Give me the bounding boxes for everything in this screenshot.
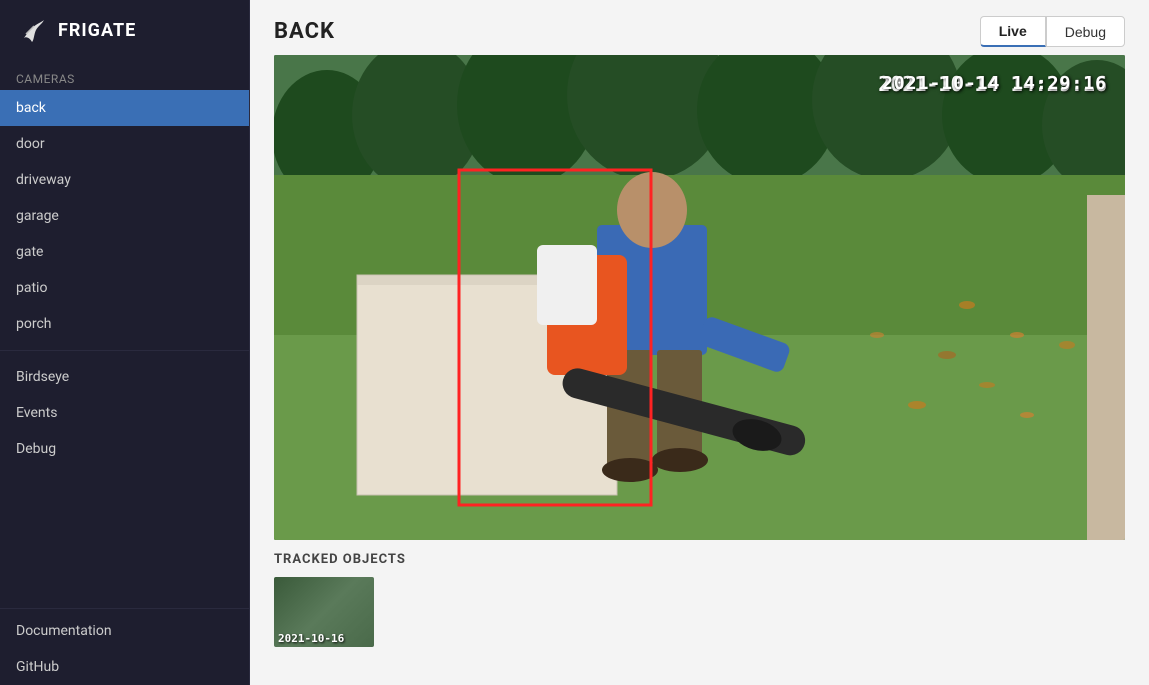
camera-feed: 2021-10-14 14:29:16 2021-10-14 14:29:16 (274, 55, 1125, 540)
camera-scene: 2021-10-14 14:29:16 (274, 55, 1125, 540)
tab-live[interactable]: Live (980, 16, 1046, 47)
main-content: BACK Live Debug (250, 0, 1149, 685)
tracked-objects-title: TRACKED OBJECTS (274, 552, 1125, 567)
tab-bar: Live Debug (980, 16, 1125, 47)
app-title: FRIGATE (58, 20, 136, 41)
thumbnail-date-label: 2021-10-16 (278, 632, 344, 645)
timestamp-overlay: 2021-10-14 14:29:16 (882, 73, 1107, 94)
page-title: BACK (274, 19, 335, 44)
sidebar-item-events[interactable]: Events (0, 395, 249, 431)
sidebar-item-gate[interactable]: gate (0, 234, 249, 270)
main-header: BACK Live Debug (250, 0, 1149, 55)
sidebar-item-debug[interactable]: Debug (0, 431, 249, 467)
tracked-thumbnail-item[interactable]: 2021-10-16 (274, 577, 374, 647)
sidebar-item-back[interactable]: back (0, 90, 249, 126)
tracked-objects-section: TRACKED OBJECTS 2021-10-16 (250, 540, 1149, 663)
sidebar-item-driveway[interactable]: driveway (0, 162, 249, 198)
tab-debug[interactable]: Debug (1046, 16, 1125, 47)
camera-feed-container: 2021-10-14 14:29:16 2021-10-14 14:29:16 (274, 55, 1125, 540)
sidebar-item-documentation[interactable]: Documentation (0, 613, 249, 649)
sidebar-item-door[interactable]: door (0, 126, 249, 162)
sidebar-header: FRIGATE (0, 0, 249, 60)
sidebar-item-birdseye[interactable]: Birdseye (0, 359, 249, 395)
sidebar-item-porch[interactable]: porch (0, 306, 249, 342)
sidebar-item-github[interactable]: GitHub (0, 649, 249, 685)
sidebar: FRIGATE Cameras back door driveway garag… (0, 0, 250, 685)
cameras-section-label: Cameras (0, 60, 249, 90)
frigate-logo-icon (16, 14, 48, 46)
sidebar-item-garage[interactable]: garage (0, 198, 249, 234)
sidebar-item-patio[interactable]: patio (0, 270, 249, 306)
